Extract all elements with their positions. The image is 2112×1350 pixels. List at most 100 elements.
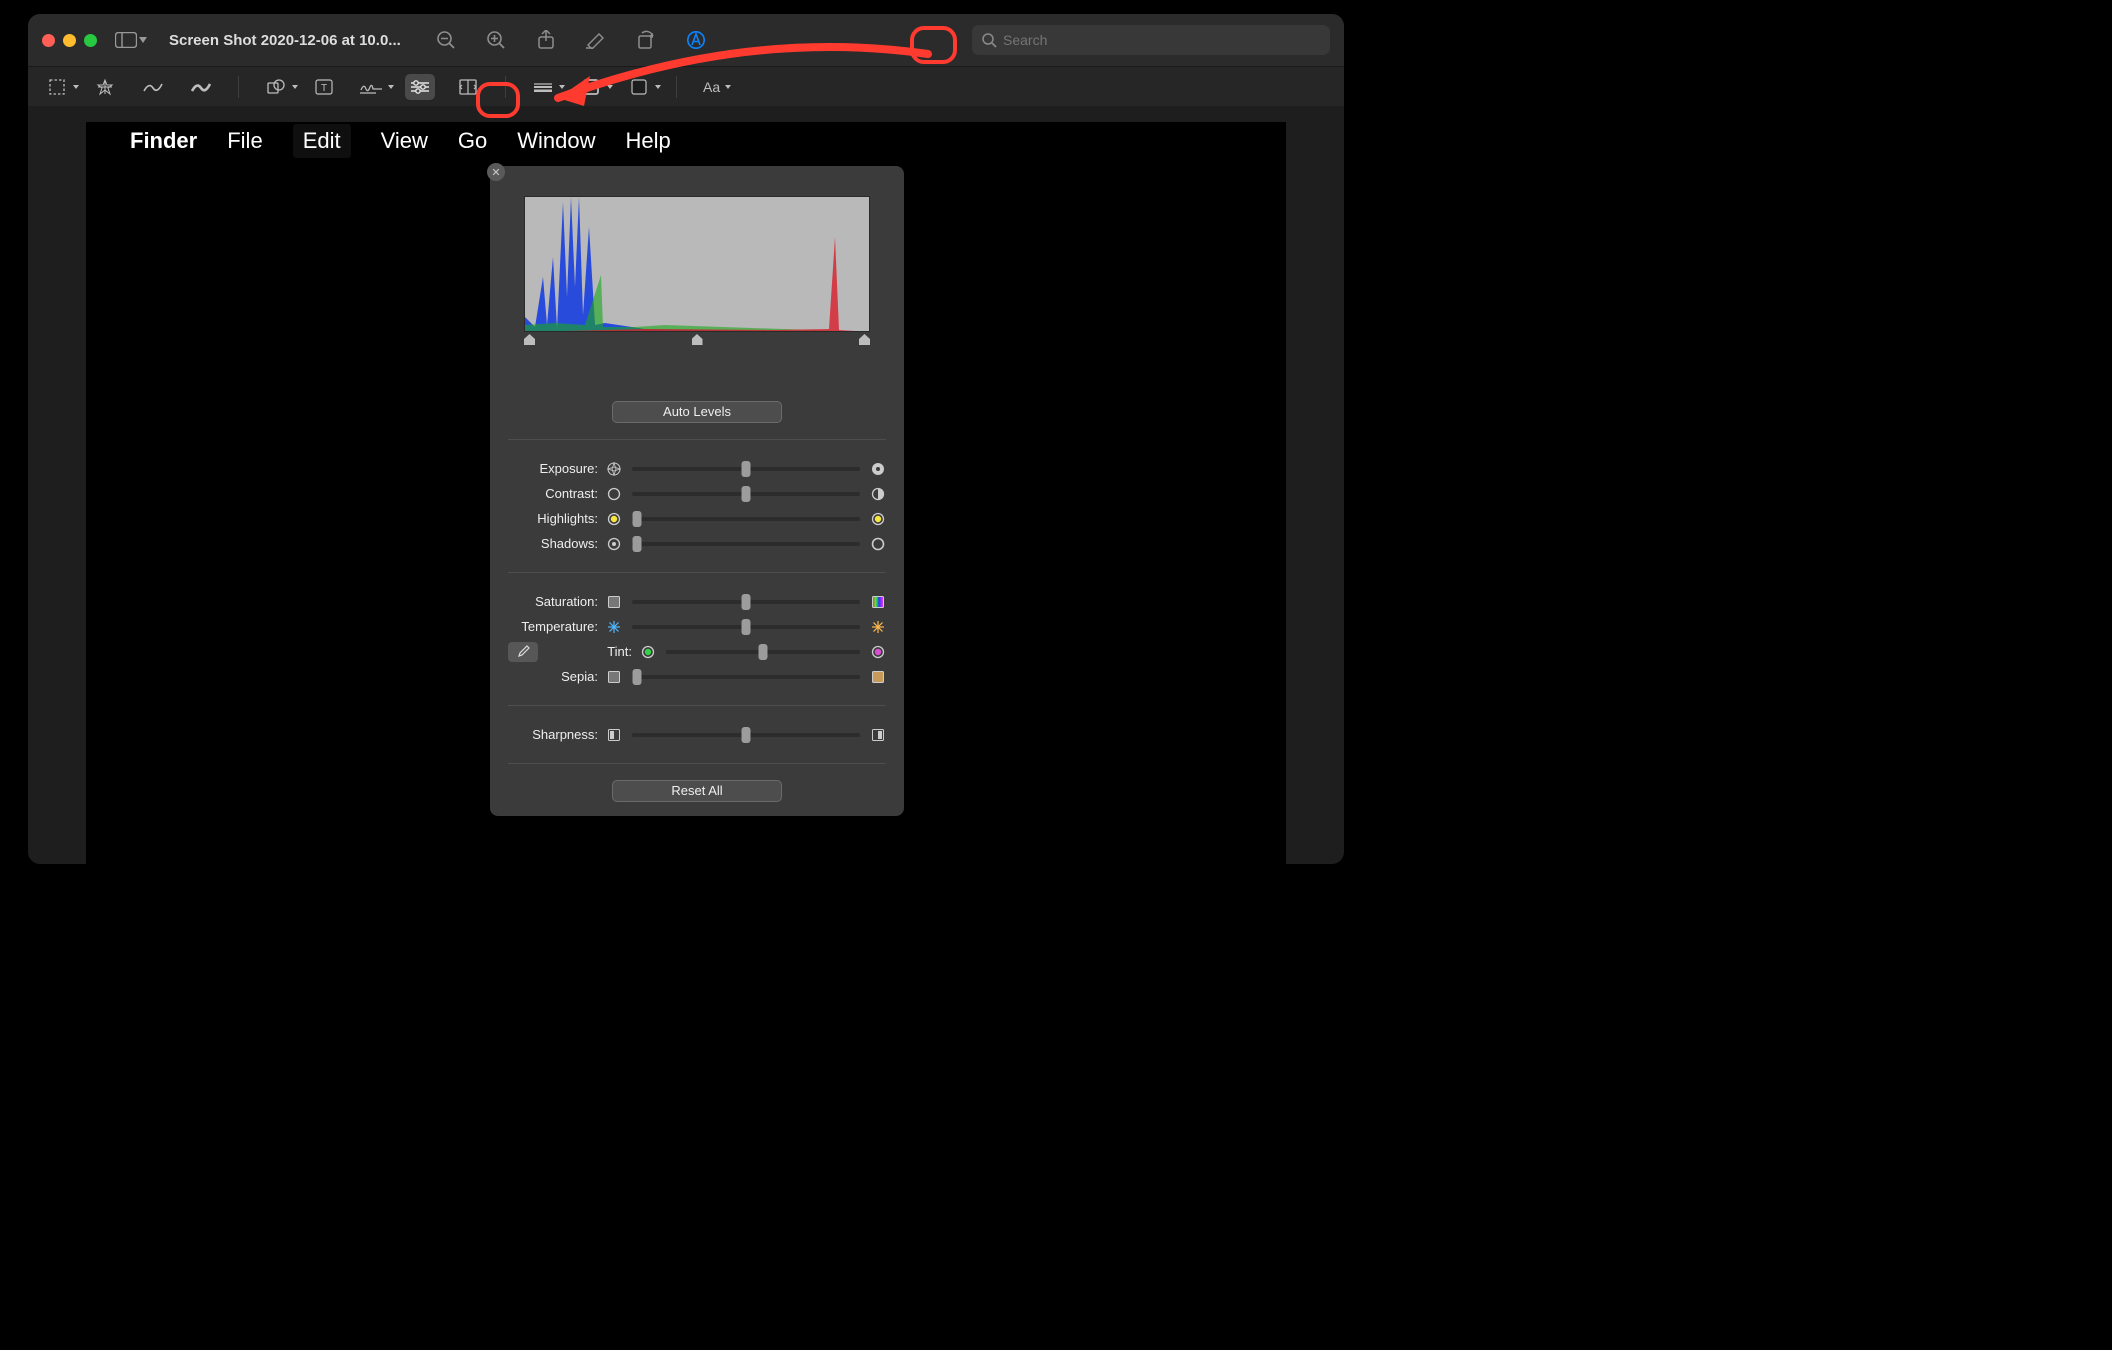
dot-magenta-icon (870, 644, 886, 660)
dot-yellow-icon (606, 511, 622, 527)
highlight-button[interactable] (581, 26, 611, 54)
slider-thumb[interactable] (632, 669, 641, 685)
histogram (524, 196, 870, 332)
markup-button[interactable] (681, 26, 711, 54)
text-style-button[interactable]: Aa (699, 74, 724, 100)
section-divider (508, 572, 886, 573)
menubar-item-view: View (381, 128, 428, 154)
slider-track[interactable] (632, 600, 860, 604)
snow-orange-icon (870, 619, 886, 635)
search-input[interactable] (1003, 32, 1320, 48)
slider-thumb[interactable] (742, 594, 751, 610)
slider-thumb[interactable] (742, 486, 751, 502)
slider-row: Sepia: (490, 664, 904, 689)
slider-track[interactable] (632, 467, 860, 471)
ring-icon (870, 536, 886, 552)
zoom-in-button[interactable] (481, 26, 511, 54)
circle-half-icon (870, 486, 886, 502)
shapes-button[interactable] (261, 74, 291, 100)
slider-row: Temperature: (490, 614, 904, 639)
reset-all-button[interactable]: Reset All (612, 780, 782, 802)
target-icon (606, 536, 622, 552)
slider-label: Contrast: (508, 486, 598, 501)
share-button[interactable] (531, 26, 561, 54)
adjust-size-button[interactable] (453, 74, 483, 100)
search-field[interactable] (972, 25, 1330, 55)
slider-row: Sharpness: (490, 722, 904, 747)
toolbar-center-group (431, 26, 711, 54)
svg-text:T: T (321, 83, 327, 94)
slider-row: Shadows: (490, 531, 904, 556)
traffic-lights (42, 34, 97, 47)
zoom-out-button[interactable] (431, 26, 461, 54)
section-divider (508, 705, 886, 706)
sign-button[interactable] (357, 74, 387, 100)
text-button[interactable]: T (309, 74, 339, 100)
selection-tool-button[interactable] (42, 74, 72, 100)
text-style-label: Aa (703, 79, 720, 95)
screenshot-menubar: Finder File Edit View Go Window Help (86, 122, 1286, 160)
preview-window: Screen Shot 2020-12-06 at 10.0... T (28, 14, 1344, 864)
search-icon (982, 33, 997, 48)
slider-row: Exposure: (490, 456, 904, 481)
slider-track[interactable] (632, 625, 860, 629)
minimize-window-button[interactable] (63, 34, 76, 47)
square-blur-icon (606, 727, 622, 743)
square-sharp-icon (870, 727, 886, 743)
popover-close-button[interactable]: ✕ (487, 163, 505, 181)
slider-track[interactable] (666, 650, 860, 654)
border-color-button[interactable] (576, 74, 606, 100)
square-grey-icon (606, 669, 622, 685)
aperture-closed-icon (870, 461, 886, 477)
slider-label: Saturation: (508, 594, 598, 609)
adjust-color-popover: ✕ Auto Levels Exposure:Contrast:Highligh… (490, 166, 904, 816)
toolbar-divider (238, 76, 239, 98)
slider-thumb[interactable] (742, 461, 751, 477)
slider-track[interactable] (632, 733, 860, 737)
fill-color-button[interactable] (624, 74, 654, 100)
menubar-item-edit: Edit (293, 124, 351, 158)
shape-style-button[interactable] (528, 74, 558, 100)
adjust-color-button[interactable] (405, 74, 435, 100)
slider-label: Sharpness: (508, 727, 598, 742)
eyedropper-button[interactable] (508, 642, 538, 662)
slider-label: Tint: (542, 644, 632, 659)
square-sepia-icon (870, 669, 886, 685)
slider-thumb[interactable] (742, 619, 751, 635)
slider-label: Exposure: (508, 461, 598, 476)
slider-thumb[interactable] (632, 536, 641, 552)
dot-green-icon (640, 644, 656, 660)
close-window-button[interactable] (42, 34, 55, 47)
menubar-item-window: Window (517, 128, 595, 154)
menubar-item-help: Help (626, 128, 671, 154)
toolbar-divider (505, 76, 506, 98)
circle-empty-icon (606, 486, 622, 502)
markup-toolbar: T Aa (28, 66, 1344, 106)
fullscreen-window-button[interactable] (84, 34, 97, 47)
menubar-item-file: File (227, 128, 262, 154)
section-divider (508, 439, 886, 440)
draw-button[interactable] (186, 74, 216, 100)
sidebar-toggle-button[interactable] (115, 32, 147, 48)
slider-thumb[interactable] (742, 727, 751, 743)
histogram-clip-markers[interactable] (524, 334, 870, 345)
slider-thumb[interactable] (632, 511, 641, 527)
menubar-app-name: Finder (130, 128, 197, 154)
slider-row: Contrast: (490, 481, 904, 506)
slider-thumb[interactable] (759, 644, 768, 660)
section-divider (508, 763, 886, 764)
titlebar: Screen Shot 2020-12-06 at 10.0... (28, 14, 1344, 66)
snow-blue-icon (606, 619, 622, 635)
dot-yellow-icon (870, 511, 886, 527)
square-grey-icon (606, 594, 622, 610)
window-title: Screen Shot 2020-12-06 at 10.0... (169, 32, 401, 49)
aperture-open-icon (606, 461, 622, 477)
slider-track[interactable] (632, 542, 860, 546)
instant-alpha-button[interactable] (90, 74, 120, 100)
slider-track[interactable] (632, 517, 860, 521)
sketch-button[interactable] (138, 74, 168, 100)
rotate-button[interactable] (631, 26, 661, 54)
slider-track[interactable] (632, 675, 860, 679)
auto-levels-button[interactable]: Auto Levels (612, 401, 782, 423)
slider-track[interactable] (632, 492, 860, 496)
